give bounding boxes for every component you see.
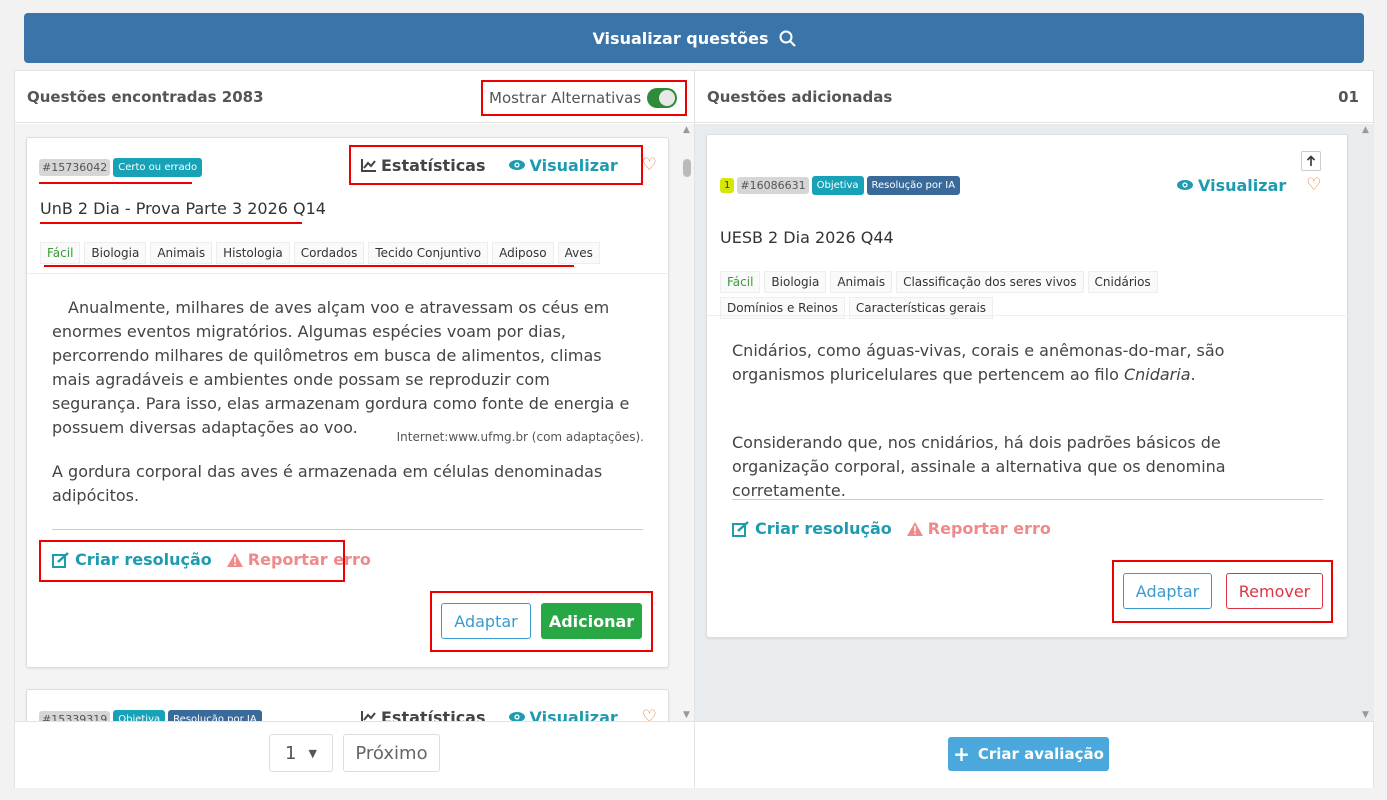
question-title: UESB 2 Dia 2026 Q44	[720, 228, 894, 247]
page-select[interactable]: 1 ▼	[269, 734, 333, 772]
view-questions-button[interactable]: Visualizar questões	[24, 13, 1364, 63]
paragraph-end: .	[1190, 365, 1196, 384]
view-question-link[interactable]: Visualizar	[1176, 176, 1286, 195]
subject-tag: Cnidários	[1087, 271, 1158, 293]
left-scrollbar[interactable]: ▲ ▼	[681, 124, 693, 721]
question-paragraph-1: Cnidários, como águas-vivas, corais e an…	[732, 339, 1302, 387]
move-up-button[interactable]	[1301, 151, 1321, 171]
subject-tag: Aves	[557, 242, 600, 264]
show-alternatives-label: Mostrar Alternativas	[489, 89, 642, 107]
question-id-badge: #15736042	[39, 159, 111, 176]
search-icon	[779, 30, 796, 47]
subject-tag: Adiposo	[492, 242, 554, 264]
statistics-label: Estatísticas	[381, 707, 486, 722]
view-question-link[interactable]: Visualizar	[508, 707, 618, 722]
found-questions-panel: Questões encontradas 2083 Mostrar Altern…	[14, 70, 695, 788]
added-questions-panel: Questões adicionadas 01 1 #16086631 Obje…	[694, 70, 1374, 788]
eye-icon	[508, 712, 525, 721]
chart-line-icon	[361, 711, 376, 721]
difficulty-tag: Fácil	[40, 242, 81, 264]
scroll-thumb[interactable]	[683, 159, 691, 177]
paragraph-italic: Cnidaria	[1123, 365, 1191, 384]
scroll-down-arrow-icon[interactable]: ▼	[1362, 710, 1369, 720]
added-questions-title: Questões adicionadas	[707, 88, 893, 106]
difficulty-tag: Fácil	[720, 271, 761, 293]
added-questions-header: Questões adicionadas 01	[695, 71, 1373, 123]
show-alternatives-toggle[interactable]	[647, 88, 677, 108]
source-citation: Internet:www.ufmg.br (com adaptações).	[396, 430, 644, 444]
view-questions-label: Visualizar questões	[592, 28, 769, 48]
create-resolution-link[interactable]: Criar resolução	[732, 519, 892, 538]
question-id-badge: #16086631	[737, 177, 809, 194]
subject-tag: Classificação dos seres vivos	[896, 271, 1084, 293]
ai-resolution-badge: Resolução por IA	[168, 710, 262, 721]
show-alternatives-toggle-group: Mostrar Alternativas	[481, 80, 687, 116]
scroll-down-arrow-icon[interactable]: ▼	[683, 710, 690, 720]
ai-resolution-badge: Resolução por IA	[866, 176, 961, 195]
question-title: UnB 2 Dia - Prova Parte 3 2026 Q14	[40, 199, 326, 218]
found-questions-title: Questões encontradas 2083	[27, 88, 264, 106]
added-questions-count: 01	[1338, 88, 1359, 106]
chevron-down-icon: ▼	[308, 746, 317, 760]
subject-tag: Animais	[150, 242, 213, 264]
view-label: Visualizar	[1198, 175, 1287, 195]
arrow-up-icon	[1306, 155, 1316, 166]
statistics-link[interactable]: Estatísticas	[361, 707, 486, 722]
create-evaluation-label: Criar avaliação	[977, 745, 1104, 763]
scroll-up-arrow-icon[interactable]: ▲	[683, 125, 690, 135]
create-evaluation-button[interactable]: + Criar avaliação	[948, 737, 1109, 771]
create-resolution-label: Criar resolução	[755, 519, 892, 538]
subject-tag: Biologia	[84, 242, 147, 264]
question-id-badge: #15339319	[39, 711, 111, 721]
favorite-heart-icon[interactable]: ♡	[642, 707, 657, 721]
subject-tag: Histologia	[216, 242, 290, 264]
subject-tag: Cordados	[293, 242, 365, 264]
question-card: #15339319 Objetiva Resolução por IA Esta…	[26, 689, 669, 721]
question-paragraph: Anualmente, milhares de aves alçam voo e…	[52, 298, 630, 437]
found-questions-list: #15736042 Certo ou errado Estatísticas V…	[15, 124, 695, 721]
next-page-button[interactable]: Próximo	[343, 734, 440, 772]
added-questions-footer: + Criar avaliação	[695, 721, 1373, 788]
favorite-heart-icon[interactable]: ♡	[642, 155, 657, 175]
found-questions-header: Questões encontradas 2083 Mostrar Altern…	[15, 71, 694, 123]
plus-icon: +	[953, 742, 970, 766]
scroll-up-arrow-icon[interactable]: ▲	[1362, 125, 1369, 135]
question-type-badge: Objetiva	[811, 176, 864, 195]
favorite-heart-icon[interactable]: ♡	[1306, 175, 1321, 195]
right-scrollbar[interactable]: ▲ ▼	[1360, 124, 1372, 721]
subject-tag: Tecido Conjuntivo	[368, 242, 489, 264]
question-card: #15736042 Certo ou errado Estatísticas V…	[26, 137, 670, 668]
pagination-footer: 1 ▼ Próximo	[15, 721, 694, 788]
added-question-card: 1 #16086631 Objetiva Resolução por IA Vi…	[706, 134, 1349, 638]
warning-icon	[906, 521, 923, 536]
question-paragraph-2: Considerando que, nos cnidários, há dois…	[732, 433, 1226, 500]
order-number-badge: 1	[720, 178, 735, 193]
subject-tag: Biologia	[764, 271, 827, 293]
subject-tag: Animais	[830, 271, 893, 293]
page-number: 1	[285, 742, 297, 764]
eye-icon	[1177, 180, 1193, 190]
report-error-link[interactable]: Reportar erro	[906, 519, 1051, 538]
question-type-badge: Objetiva	[113, 710, 166, 721]
report-error-label: Reportar erro	[927, 519, 1051, 538]
question-type-badge: Certo ou errado	[113, 158, 203, 177]
edit-icon	[732, 520, 749, 537]
question-statement: A gordura corporal das aves é armazenada…	[52, 462, 603, 505]
added-questions-list: 1 #16086631 Objetiva Resolução por IA Vi…	[695, 124, 1374, 721]
view-label: Visualizar	[529, 707, 618, 722]
